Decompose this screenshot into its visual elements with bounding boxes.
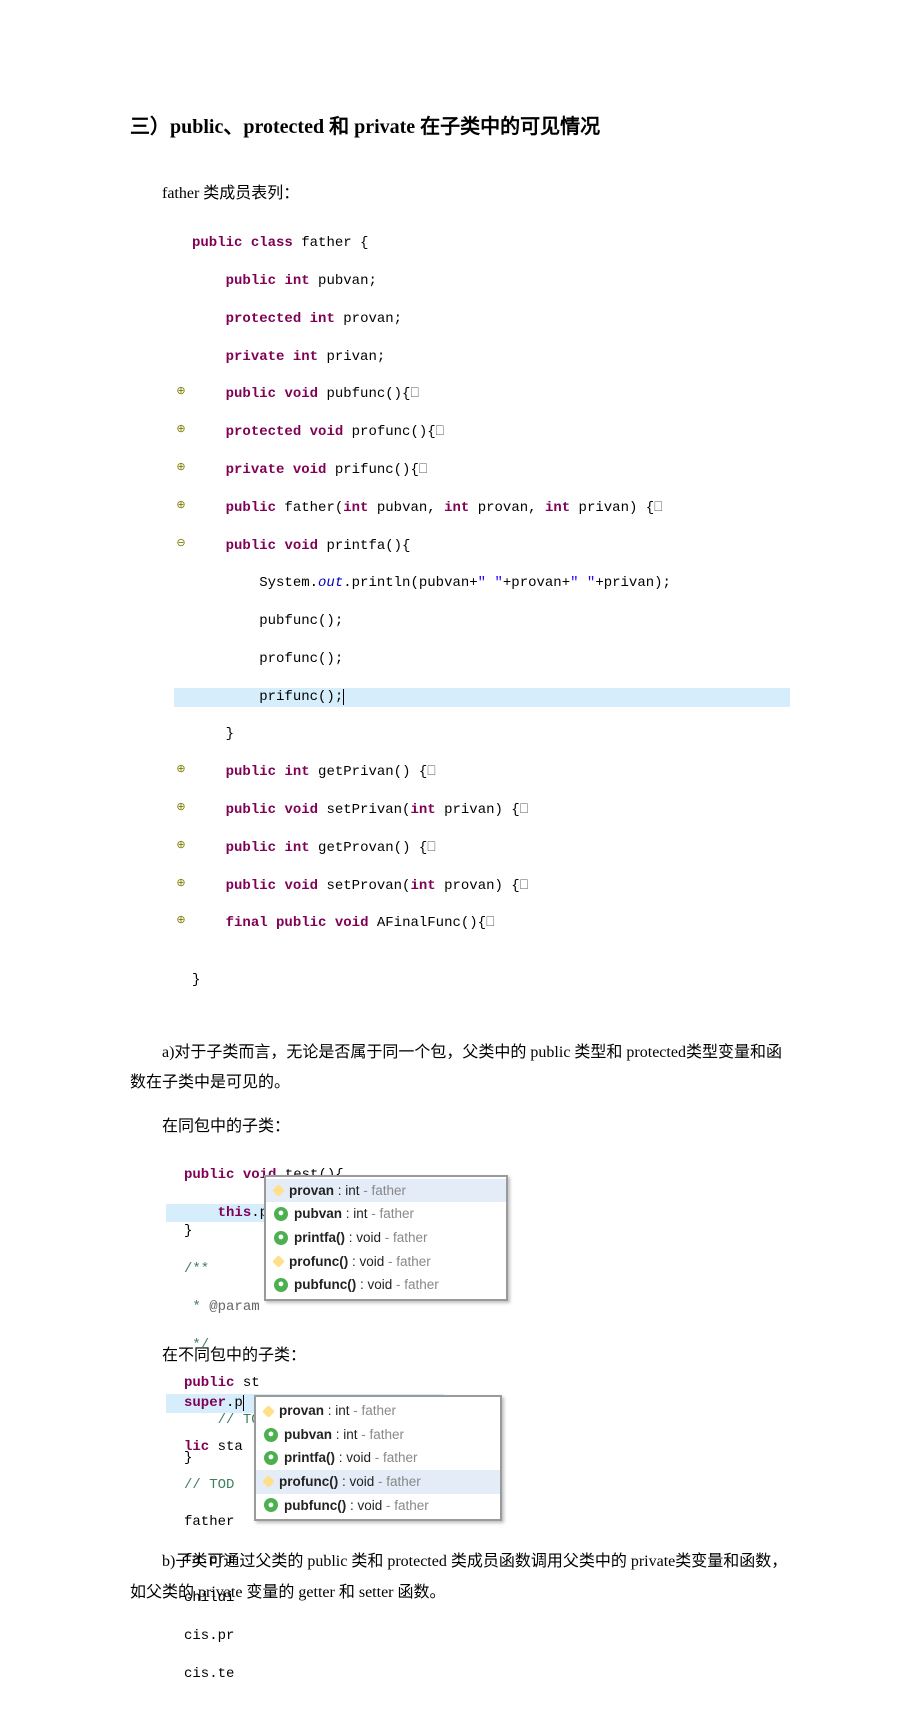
paragraph-a: a)对于子类而言，无论是否属于同一个包，父类中的 public 类型和 prot…	[130, 1038, 790, 1099]
ac-item-printfa[interactable]: ● printfa() : void - father	[266, 1226, 506, 1250]
fold-icon: ⊕	[174, 499, 188, 514]
ac-name: profunc()	[289, 1254, 348, 1269]
caption-same-package: 在同包中的子类：	[130, 1112, 790, 1142]
ac-src: - father	[374, 1474, 421, 1489]
ac-item-pubfunc[interactable]: ● pubfunc() : void - father	[256, 1494, 500, 1518]
autocomplete-popup[interactable]: provan : int - father ● pubvan : int - f…	[254, 1395, 502, 1521]
field-protected-icon	[262, 1405, 275, 1418]
fold-icon: ⊕	[174, 461, 188, 476]
ac-src: - father	[381, 1230, 428, 1245]
ac-name: printfa()	[294, 1230, 345, 1245]
method-public-icon: ●	[264, 1498, 278, 1512]
method-protected-icon	[262, 1475, 275, 1488]
method-public-icon: ●	[274, 1231, 288, 1245]
fold-icon: ⊕	[174, 763, 188, 778]
ac-name: pubfunc()	[284, 1498, 346, 1513]
ac-src: - father	[392, 1277, 439, 1292]
ac-name: printfa()	[284, 1450, 335, 1465]
ac-item-profunc[interactable]: profunc() : void - father	[266, 1250, 506, 1274]
ac-sig: : int	[324, 1403, 350, 1418]
fold-icon: ⊕	[174, 914, 188, 929]
method-protected-icon	[272, 1255, 285, 1268]
ac-src: - father	[368, 1206, 415, 1221]
ac-item-provan[interactable]: provan : int - father	[266, 1179, 506, 1203]
field-protected-icon	[272, 1184, 285, 1197]
ac-sig: : void	[346, 1498, 382, 1513]
section-heading: 三）public、protected 和 private 在子类中的可见情况	[130, 110, 790, 139]
fold-icon: ⊕	[174, 877, 188, 892]
fold-icon: ⊖	[174, 537, 188, 552]
method-public-icon: ●	[274, 1278, 288, 1292]
ac-sig: : void	[356, 1277, 392, 1292]
ac-name: pubvan	[284, 1427, 332, 1442]
ac-src: - father	[382, 1498, 429, 1513]
father-code-block: public class father { public int pubvan;…	[174, 215, 790, 1027]
ac-src: - father	[350, 1403, 397, 1418]
ac-sig: : void	[338, 1474, 374, 1489]
ac-item-pubvan[interactable]: ● pubvan : int - father	[256, 1423, 500, 1447]
ac-item-provan[interactable]: provan : int - father	[256, 1399, 500, 1423]
ac-name: profunc()	[279, 1474, 338, 1489]
ac-sig: : int	[332, 1427, 358, 1442]
father-intro: father 类成员表列：	[130, 179, 790, 209]
ac-name: pubvan	[294, 1206, 342, 1221]
ac-name: pubfunc()	[294, 1277, 356, 1292]
ac-item-profunc[interactable]: profunc() : void - father	[256, 1470, 500, 1494]
field-public-icon: ●	[264, 1428, 278, 1442]
fold-icon: ⊕	[174, 839, 188, 854]
fold-icon: ⊕	[174, 801, 188, 816]
ac-name: provan	[289, 1183, 334, 1198]
ac-sig: : void	[335, 1450, 371, 1465]
ac-sig: : int	[342, 1206, 368, 1221]
ac-sig: : int	[334, 1183, 360, 1198]
ac-name: provan	[279, 1403, 324, 1418]
ac-src: - father	[358, 1427, 405, 1442]
ac-sig: : void	[348, 1254, 384, 1269]
fold-icon: ⊕	[174, 385, 188, 400]
field-public-icon: ●	[274, 1207, 288, 1221]
ac-src: - father	[384, 1254, 431, 1269]
ac-item-printfa[interactable]: ● printfa() : void - father	[256, 1446, 500, 1470]
autocomplete-popup[interactable]: provan : int - father ● pubvan : int - f…	[264, 1175, 508, 1301]
fold-icon: ⊕	[174, 423, 188, 438]
ac-sig: : void	[345, 1230, 381, 1245]
ac-item-pubvan[interactable]: ● pubvan : int - father	[266, 1202, 506, 1226]
ac-src: - father	[360, 1183, 407, 1198]
ac-src: - father	[371, 1450, 418, 1465]
method-public-icon: ●	[264, 1451, 278, 1465]
ac-item-pubfunc[interactable]: ● pubfunc() : void - father	[266, 1273, 506, 1297]
